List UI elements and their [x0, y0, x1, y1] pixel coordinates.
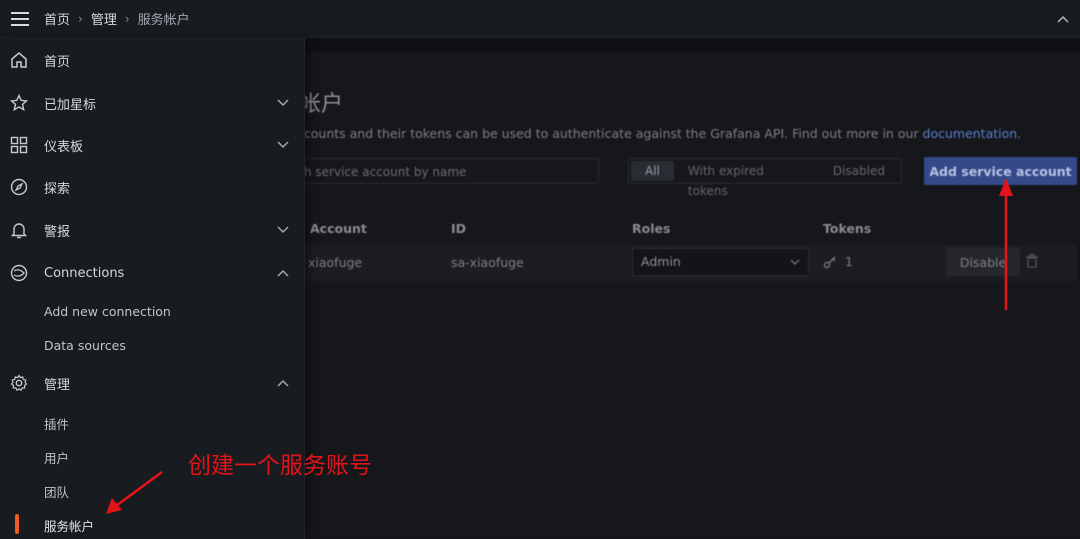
column-header-roles: Roles: [632, 221, 671, 236]
sidebar-item-alerting[interactable]: 警报: [0, 212, 305, 248]
bell-icon: [9, 220, 29, 240]
sidebar-item-dashboards[interactable]: 仪表板: [0, 127, 305, 163]
account-name[interactable]: xiaofuge: [308, 255, 362, 270]
sidebar-subitem-teams[interactable]: 团队: [44, 482, 69, 501]
gear-icon: [9, 373, 29, 393]
sidebar-subitem-add-connection[interactable]: Add new connection: [44, 304, 171, 319]
compass-icon: [9, 177, 29, 197]
delete-button[interactable]: [1026, 254, 1038, 272]
key-icon: [823, 256, 836, 268]
column-header-id: ID: [451, 221, 467, 236]
chevron-up-icon[interactable]: [277, 267, 289, 279]
sidebar-item-label: 仪表板: [44, 139, 84, 155]
sidebar-item-home[interactable]: 首页: [0, 42, 305, 78]
filter-expired-tokens[interactable]: With expired tokens: [674, 161, 819, 198]
description-text: ccounts and their tokens can be used to …: [297, 126, 923, 141]
trash-icon: [1026, 254, 1038, 268]
disable-button[interactable]: Disable: [946, 248, 1020, 276]
column-header-account: Account: [310, 221, 367, 236]
hamburger-icon: [11, 11, 29, 26]
breadcrumb-current: 服务帐户: [137, 13, 190, 28]
account-id: sa-xiaofuge: [451, 255, 524, 270]
column-header-tokens: Tokens: [823, 221, 872, 236]
breadcrumb-home[interactable]: 首页: [44, 9, 70, 28]
chevron-down-icon[interactable]: [277, 224, 289, 236]
menu-toggle-button[interactable]: [0, 0, 40, 38]
chevron-down-icon: [790, 249, 800, 286]
breadcrumb: 首页 › 管理 › 服务帐户: [44, 9, 190, 29]
sidebar-subitem-service-accounts[interactable]: 服务帐户: [44, 516, 94, 535]
tokens-count: 1: [823, 254, 853, 269]
filter-disabled[interactable]: Disabled: [819, 161, 899, 181]
sidebar-item-label: 首页: [44, 54, 71, 70]
chevron-down-icon[interactable]: [277, 97, 289, 109]
sidebar-item-connections[interactable]: Connections: [0, 255, 305, 291]
breadcrumb-separator: ›: [78, 11, 83, 26]
chevron-up-icon: [1057, 15, 1069, 23]
documentation-link[interactable]: documentation: [923, 126, 1018, 141]
page-title: 帐户: [299, 92, 344, 117]
dashboards-icon: [9, 135, 29, 155]
role-select[interactable]: Admin: [632, 248, 809, 276]
collapse-topbar-button[interactable]: [1054, 10, 1072, 28]
annotation-text: 创建一个服务账号: [188, 453, 372, 479]
sidebar-item-label: 已加星标: [44, 97, 97, 113]
sidebar-subitem-users[interactable]: 用户: [44, 448, 69, 467]
connections-icon: [9, 263, 29, 283]
main-content: 帐户 ccounts and their tokens can be used …: [297, 38, 1080, 539]
add-service-account-button[interactable]: Add service account: [924, 157, 1077, 185]
sidebar-item-label: 警报: [44, 224, 71, 240]
top-nav-bar: 首页 › 管理 › 服务帐户: [0, 0, 1080, 38]
breadcrumb-separator: ›: [124, 11, 130, 26]
home-icon: [9, 50, 29, 70]
sidebar-item-label: Connections: [44, 265, 125, 281]
filter-all[interactable]: All: [631, 161, 674, 181]
tokens-value: 1: [845, 254, 853, 269]
chevron-down-icon[interactable]: [277, 139, 289, 151]
sidebar-subitem-data-sources[interactable]: Data sources: [44, 338, 126, 353]
sidebar-subitem-plugins[interactable]: 插件: [44, 414, 69, 433]
sidebar-item-starred[interactable]: 已加星标: [0, 85, 305, 121]
role-value: Admin: [641, 254, 681, 269]
service-accounts-page: 帐户 ccounts and their tokens can be used …: [297, 52, 1080, 539]
sidebar-item-label: 管理: [44, 377, 71, 393]
search-input[interactable]: h service account by name: [297, 158, 599, 184]
chevron-up-icon[interactable]: [277, 377, 289, 389]
filter-radio-group: All With expired tokens Disabled: [628, 158, 902, 198]
page-description: ccounts and their tokens can be used to …: [297, 126, 1021, 141]
breadcrumb-admin[interactable]: 管理: [91, 9, 117, 28]
sidebar-item-administration[interactable]: 管理: [0, 365, 305, 401]
star-icon: [9, 93, 29, 113]
description-end: .: [1017, 126, 1022, 141]
sidebar-item-label: 探索: [44, 181, 71, 197]
sidebar-item-explore[interactable]: 探索: [0, 169, 305, 205]
active-indicator: [15, 514, 19, 534]
